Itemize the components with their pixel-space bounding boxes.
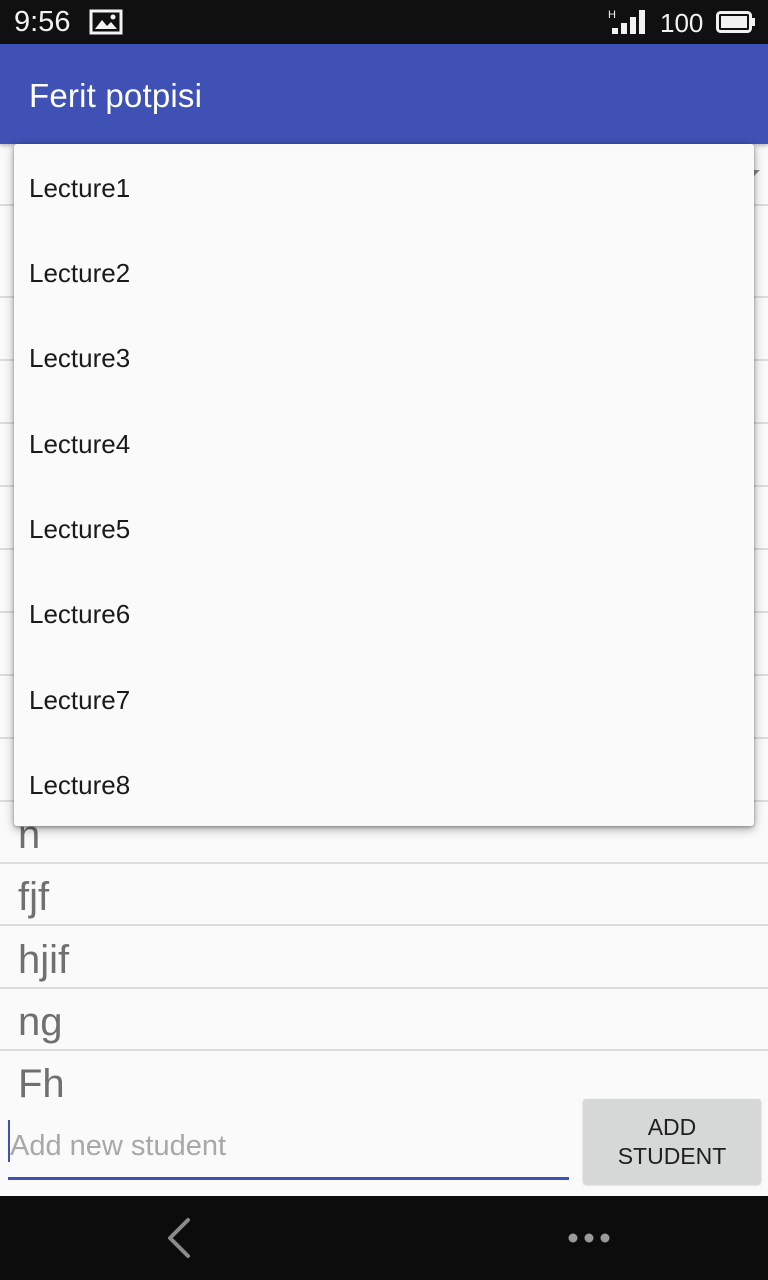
dropdown-item-lecture4[interactable]: Lecture4 bbox=[14, 400, 754, 485]
list-item[interactable]: hjif bbox=[0, 927, 768, 989]
battery-level: 100 bbox=[660, 8, 704, 38]
dropdown-item-label: Lecture4 bbox=[29, 429, 131, 459]
app-title: Ferit potpisi bbox=[29, 77, 203, 114]
dropdown-item-label: Lecture6 bbox=[29, 599, 131, 629]
battery-icon bbox=[716, 11, 755, 33]
image-notification-icon bbox=[89, 9, 123, 35]
list-item[interactable]: ng bbox=[0, 989, 768, 1051]
add-student-button[interactable]: ADD STUDENT bbox=[583, 1099, 761, 1184]
dropdown-item-label: Lecture8 bbox=[29, 770, 131, 800]
status-bar: 9:56 H 100 bbox=[0, 0, 768, 44]
student-name: fjf bbox=[18, 875, 50, 919]
student-name: hjif bbox=[18, 938, 70, 982]
dropdown-item-lecture2[interactable]: Lecture2 bbox=[14, 229, 754, 314]
dropdown-item-lecture1[interactable]: Lecture1 bbox=[14, 144, 754, 229]
dropdown-item-lecture3[interactable]: Lecture3 bbox=[14, 314, 754, 399]
dropdown-item-label: Lecture2 bbox=[29, 258, 131, 288]
new-student-input[interactable] bbox=[8, 1116, 569, 1180]
dropdown-item-lecture5[interactable]: Lecture5 bbox=[14, 485, 754, 570]
signal-icon: H bbox=[608, 9, 645, 34]
dropdown-item-lecture7[interactable]: Lecture7 bbox=[14, 656, 754, 741]
more-icon[interactable] bbox=[566, 1226, 612, 1250]
dropdown-item-lecture6[interactable]: Lecture6 bbox=[14, 570, 754, 655]
dropdown-item-label: Lecture1 bbox=[29, 173, 131, 203]
student-name: ng bbox=[18, 1000, 63, 1044]
back-icon[interactable] bbox=[160, 1216, 200, 1260]
lecture-dropdown: Lecture1 Lecture2 Lecture3 Lecture4 Lect… bbox=[14, 144, 754, 826]
dropdown-item-label: Lecture7 bbox=[29, 685, 131, 715]
list-item[interactable]: fjf bbox=[0, 864, 768, 926]
text-cursor bbox=[8, 1120, 10, 1162]
status-time: 9:56 bbox=[14, 6, 71, 38]
svg-text:H: H bbox=[608, 9, 616, 21]
dropdown-item-label: Lecture3 bbox=[29, 343, 131, 373]
dropdown-item-label: Lecture5 bbox=[29, 514, 131, 544]
student-name: Fh bbox=[18, 1062, 65, 1106]
dropdown-item-lecture8[interactable]: Lecture8 bbox=[14, 741, 754, 826]
app-bar: Ferit potpisi bbox=[0, 44, 768, 144]
navigation-bar bbox=[0, 1196, 768, 1280]
new-student-field-wrapper bbox=[8, 1116, 569, 1184]
